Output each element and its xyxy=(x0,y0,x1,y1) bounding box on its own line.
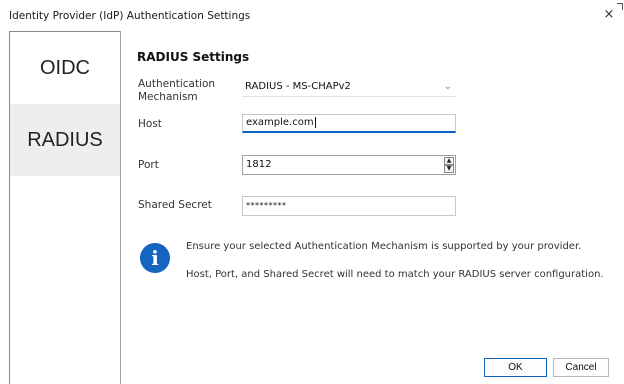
text-caret xyxy=(314,116,316,128)
port-spinner: ▲ ▼ xyxy=(444,157,454,173)
secret-value: ********* xyxy=(246,201,287,210)
host-input[interactable]: example.com xyxy=(242,114,456,133)
secret-label: Shared Secret xyxy=(138,199,212,211)
port-stepper[interactable]: 1812 ▲ ▼ xyxy=(242,155,456,175)
provider-sidebar: OIDC RADIUS xyxy=(10,32,121,384)
spin-down-icon[interactable]: ▼ xyxy=(444,165,454,173)
section-title: RADIUS Settings xyxy=(137,50,250,64)
chevron-down-icon: ⌄ xyxy=(443,81,452,92)
info-message: Host, Port, and Shared Secret will need … xyxy=(186,269,604,280)
port-value: 1812 xyxy=(246,159,272,170)
info-icon: i xyxy=(140,243,170,273)
spin-up-icon[interactable]: ▲ xyxy=(444,157,454,165)
sidebar-item-oidc[interactable]: OIDC xyxy=(10,32,120,104)
shared-secret-field[interactable]: ********* xyxy=(242,196,456,216)
close-icon[interactable]: × xyxy=(600,3,623,24)
window-title: Identity Provider (IdP) Authentication S… xyxy=(9,10,251,22)
cancel-button[interactable]: Cancel xyxy=(553,358,609,377)
mechanism-label: Authentication Mechanism xyxy=(138,78,216,103)
port-label: Port xyxy=(138,159,159,171)
sidebar-item-radius[interactable]: RADIUS xyxy=(10,104,120,176)
mechanism-value: RADIUS - MS-CHAPv2 xyxy=(245,81,351,92)
radius-settings-panel: RADIUS Settings Authentication Mechanism… xyxy=(121,32,624,384)
sidebar-item-label: RADIUS xyxy=(27,128,103,151)
mechanism-select[interactable]: RADIUS - MS-CHAPv2 ⌄ xyxy=(242,76,456,97)
ok-button[interactable]: OK xyxy=(484,358,547,377)
host-value: example.com xyxy=(246,117,314,128)
title-bar: Identity Provider (IdP) Authentication S… xyxy=(0,0,624,32)
info-message: Ensure your selected Authentication Mech… xyxy=(186,241,582,252)
settings-dialog: Identity Provider (IdP) Authentication S… xyxy=(0,0,624,384)
host-label: Host xyxy=(138,118,162,130)
sidebar-item-label: OIDC xyxy=(40,56,90,79)
